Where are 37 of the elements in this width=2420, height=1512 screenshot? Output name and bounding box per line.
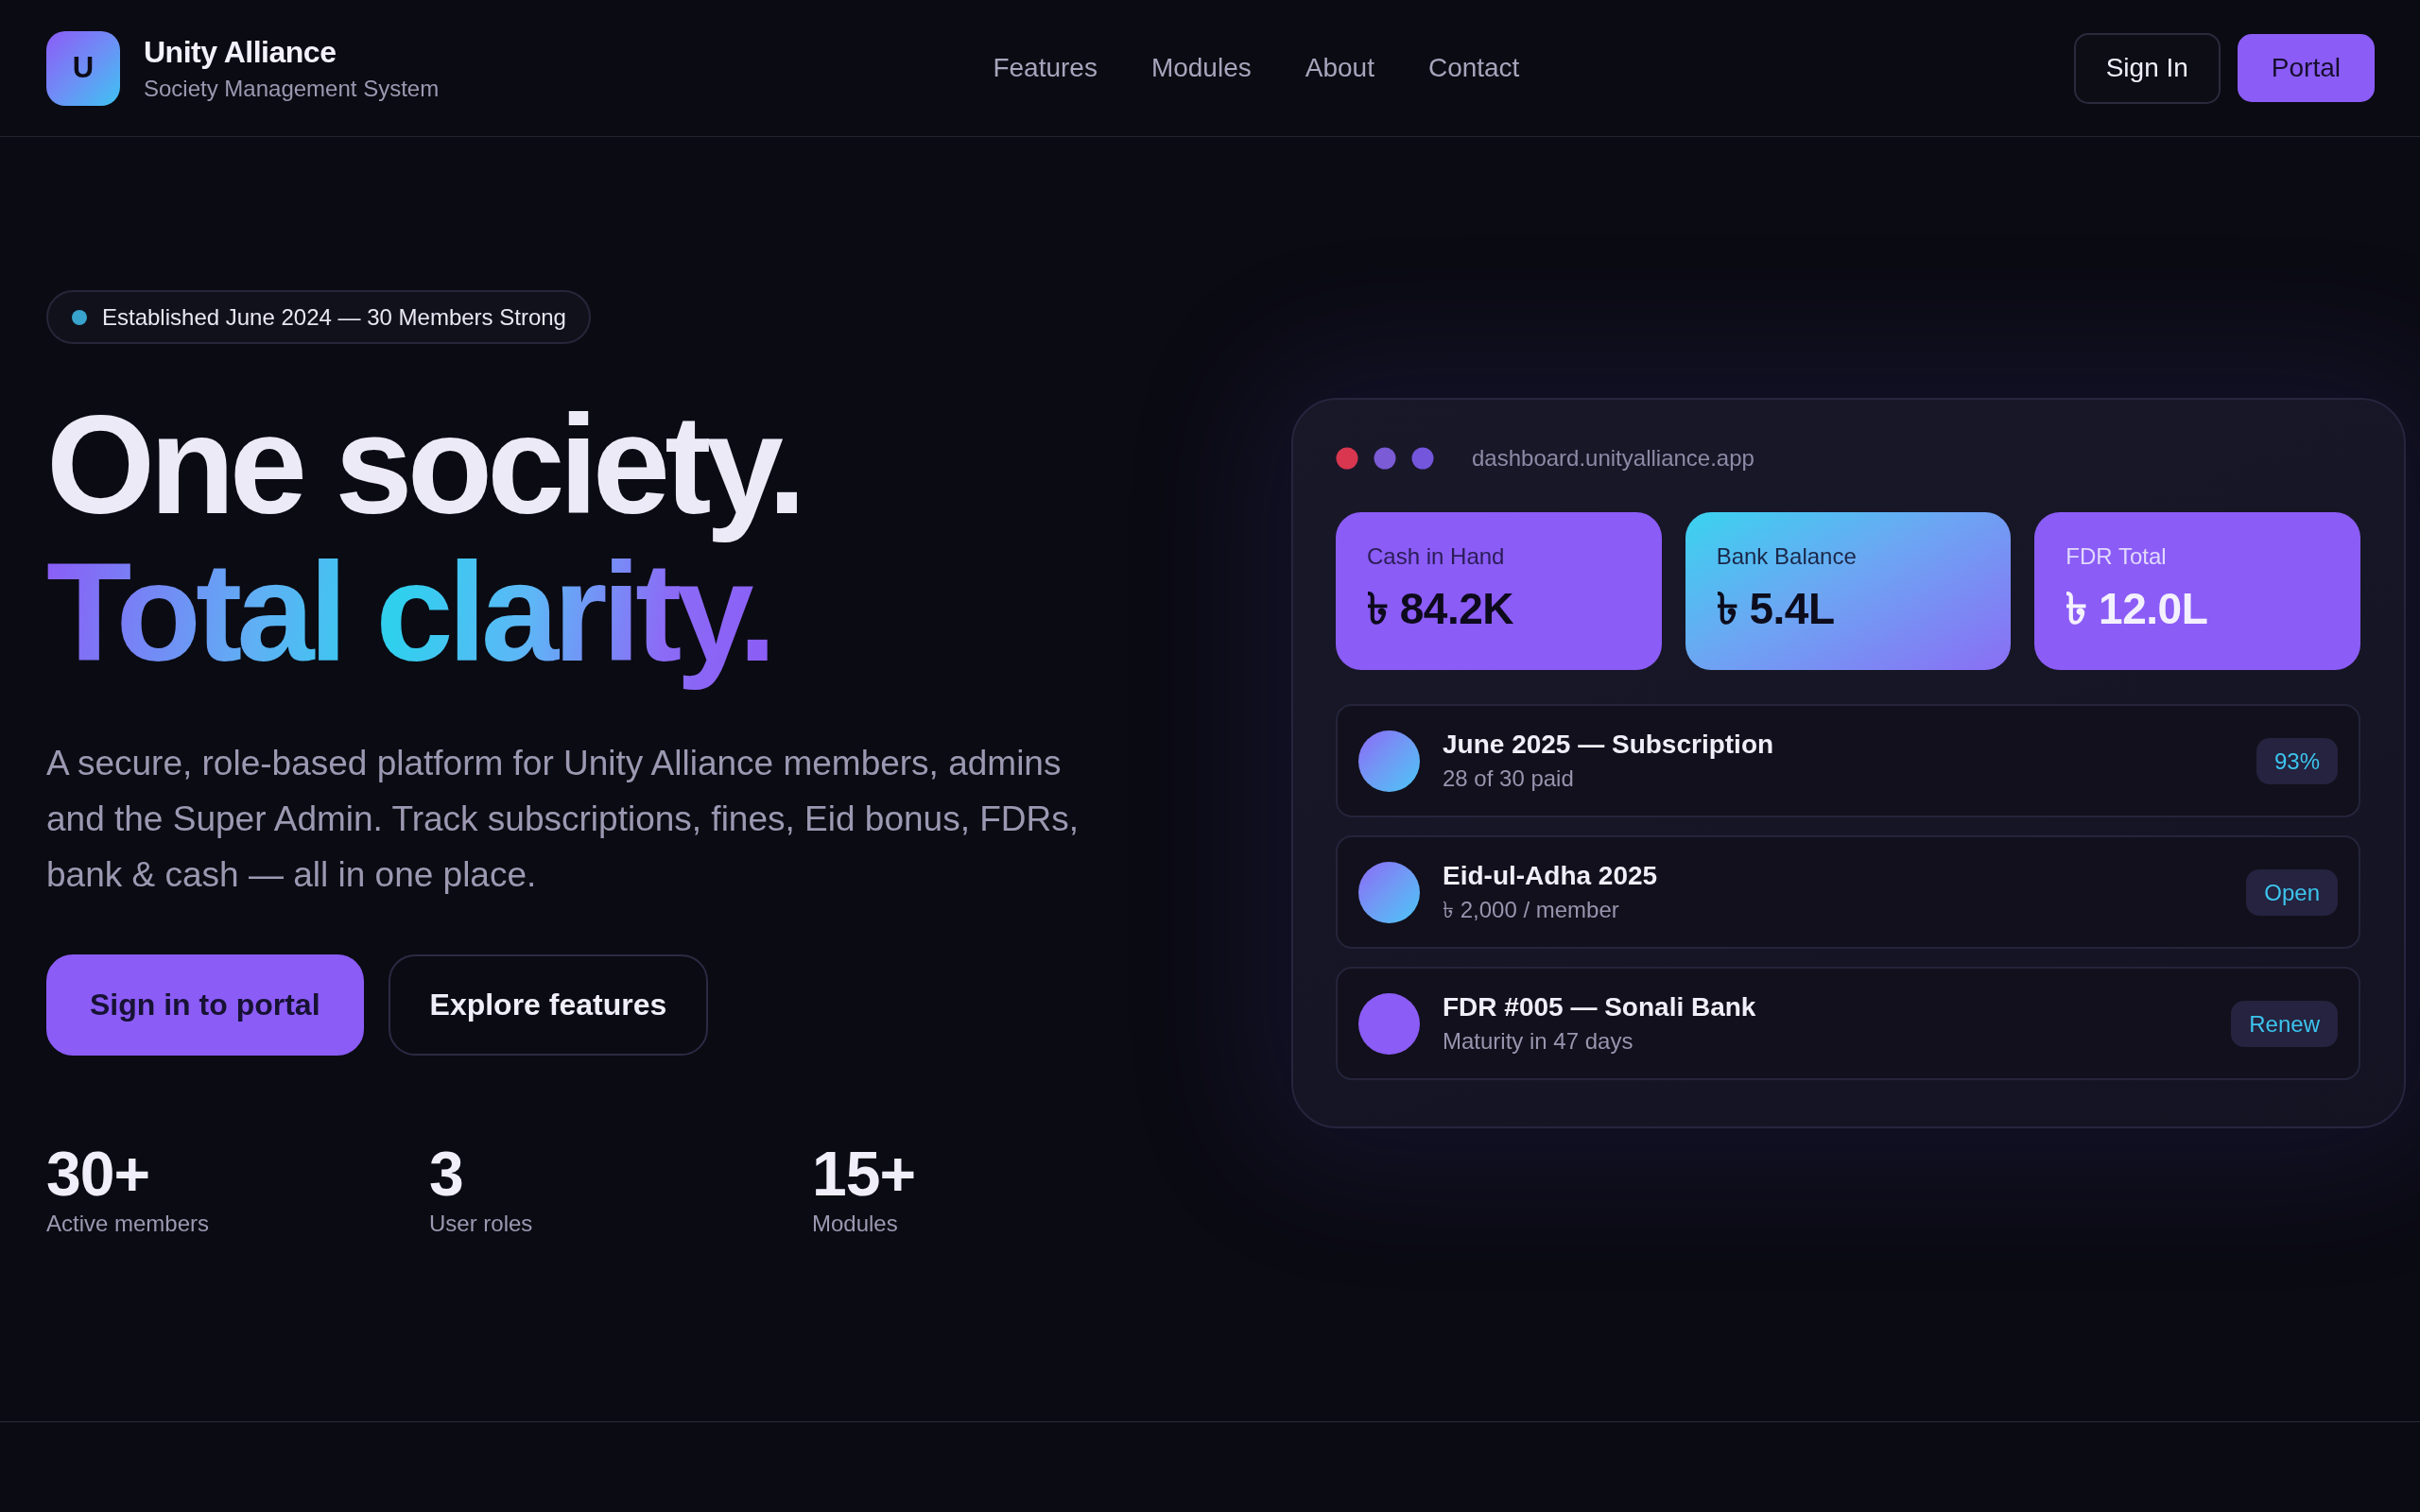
nav-link[interactable]: Contact bbox=[1427, 51, 1520, 85]
status-badge: Renew bbox=[2231, 1000, 2338, 1047]
brand-tagline: Society Management System bbox=[144, 75, 440, 103]
card-value: ৳ 84.2K bbox=[1367, 584, 1514, 634]
explore-features-button[interactable]: Explore features bbox=[388, 954, 709, 1056]
card-label: FDR Total bbox=[2066, 542, 2167, 571]
logo-tile: U bbox=[46, 30, 120, 106]
sign-in-button[interactable]: Sign In bbox=[2073, 32, 2221, 104]
nav-link[interactable]: About bbox=[1305, 51, 1374, 85]
row-title: FDR #005 — Sonali Bank bbox=[1443, 991, 1756, 1023]
stat-value: 30+ bbox=[46, 1141, 149, 1207]
stat-label: Active members bbox=[46, 1210, 210, 1238]
url-text: dashboard.unityalliance.app bbox=[1472, 444, 1754, 472]
stat-value: 15+ bbox=[812, 1141, 915, 1207]
row-title: Eid-ul-Adha 2025 bbox=[1443, 860, 1658, 892]
brand-name: Unity Alliance bbox=[144, 34, 337, 71]
nav-link[interactable]: Modules bbox=[1150, 51, 1252, 85]
status-dot-icon bbox=[72, 309, 87, 325]
window-controls-icon bbox=[1336, 447, 1434, 470]
row-detail: 28 of 30 paid bbox=[1443, 765, 1574, 793]
status-badge: 93% bbox=[2256, 737, 2338, 784]
card-value: ৳ 5.4L bbox=[1716, 584, 1835, 634]
row-title: June 2025 — Subscription bbox=[1443, 729, 1774, 761]
stat-label: User roles bbox=[429, 1210, 533, 1238]
nav-link[interactable]: Features bbox=[993, 51, 1098, 85]
status-badge: Open bbox=[2246, 868, 2338, 916]
card-label: Bank Balance bbox=[1716, 542, 1857, 571]
portal-button[interactable]: Portal bbox=[2237, 34, 2375, 102]
card-value: ৳ 12.0L bbox=[2066, 584, 2208, 634]
stat-label: Modules bbox=[812, 1210, 898, 1238]
stat-value: 3 bbox=[429, 1141, 463, 1207]
row-detail: ৳ 2,000 / member bbox=[1443, 896, 1619, 924]
sign-in-portal-button[interactable]: Sign in to portal bbox=[46, 954, 364, 1056]
badge-text: Established June 2024 — 30 Members Strong bbox=[102, 302, 566, 332]
hero-description: A secure, role-based platform for Unity Alliance members, admins and the Super Admin. Track subscriptions, fines, Eid bonus, FDRs, bank & cash — all in one place. bbox=[46, 743, 1080, 896]
row-detail: Maturity in 47 days bbox=[1443, 1027, 1634, 1056]
card-label: Cash in Hand bbox=[1367, 542, 1505, 571]
